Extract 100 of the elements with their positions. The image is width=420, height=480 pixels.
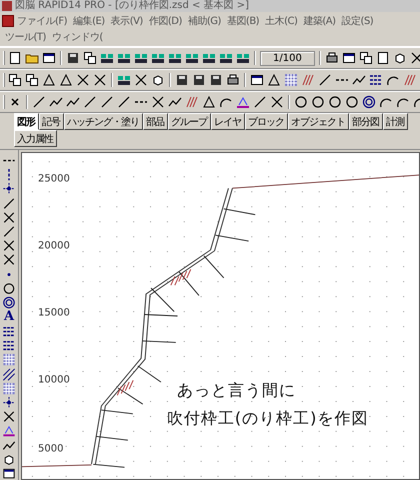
window-icon[interactable] bbox=[42, 51, 56, 65]
polyline-icon[interactable] bbox=[168, 95, 182, 109]
window-icon[interactable] bbox=[250, 73, 264, 87]
printer-icon[interactable] bbox=[226, 73, 240, 87]
axis-label: 20000 bbox=[38, 240, 70, 252]
blocks-icon[interactable] bbox=[185, 51, 199, 65]
copy-icon[interactable] bbox=[25, 73, 39, 87]
dashed-grid-icon[interactable] bbox=[2, 325, 16, 338]
menu-item[interactable]: 補助(G) bbox=[184, 13, 224, 29]
cross-icon[interactable] bbox=[2, 239, 16, 252]
triangle-icon[interactable] bbox=[267, 73, 281, 87]
line-icon[interactable] bbox=[2, 196, 16, 210]
triangle-icon[interactable] bbox=[202, 95, 216, 109]
dashed-grid-icon[interactable] bbox=[369, 73, 383, 87]
cross-icon[interactable] bbox=[410, 51, 420, 65]
blocks-icon[interactable] bbox=[100, 51, 114, 65]
tab[interactable]: 部品 bbox=[143, 113, 168, 130]
shape-icon[interactable] bbox=[2, 424, 16, 438]
window-icon[interactable] bbox=[342, 51, 356, 65]
blocks-icon[interactable] bbox=[134, 51, 148, 65]
printer-icon[interactable] bbox=[324, 51, 339, 65]
new-page-icon[interactable] bbox=[8, 51, 22, 65]
line-icon[interactable] bbox=[32, 95, 46, 109]
tab[interactable]: レイヤ bbox=[211, 113, 245, 130]
polyline-icon[interactable] bbox=[66, 95, 80, 109]
circle-icon[interactable] bbox=[345, 95, 359, 109]
copy-icon[interactable] bbox=[8, 73, 22, 87]
line-icon[interactable] bbox=[117, 95, 131, 109]
menu-item[interactable]: 建築(A) bbox=[300, 13, 339, 29]
blocks-icon[interactable] bbox=[168, 51, 182, 65]
tab[interactable]: グループ bbox=[168, 113, 211, 130]
hatch-icon[interactable] bbox=[185, 95, 199, 109]
cross-icon[interactable] bbox=[2, 410, 16, 424]
polyline-icon[interactable] bbox=[352, 73, 366, 87]
blocks-icon[interactable] bbox=[117, 51, 131, 65]
tab[interactable]: 部分図 bbox=[349, 113, 383, 130]
shape-icon[interactable] bbox=[236, 95, 250, 109]
tab[interactable]: 入力属性 bbox=[14, 130, 57, 147]
line-icon[interactable] bbox=[100, 95, 114, 109]
circle-icon[interactable] bbox=[2, 282, 16, 295]
text-tool-button[interactable]: A bbox=[4, 310, 14, 324]
hatch-icon[interactable] bbox=[403, 73, 417, 87]
new-page-icon[interactable] bbox=[376, 51, 390, 65]
tab[interactable]: オブジェクト bbox=[288, 113, 349, 130]
hatch-icon[interactable] bbox=[301, 73, 315, 87]
circle-icon[interactable] bbox=[328, 95, 342, 109]
blocks-icon[interactable] bbox=[219, 51, 233, 65]
axis-label: 10000 bbox=[38, 374, 70, 386]
cross-icon[interactable] bbox=[76, 73, 90, 87]
cross-icon[interactable] bbox=[134, 73, 148, 87]
menu-item[interactable]: 表示(V) bbox=[108, 13, 146, 29]
triangle-icon[interactable] bbox=[59, 73, 73, 87]
blocks-icon[interactable] bbox=[202, 51, 216, 65]
checker-icon[interactable] bbox=[284, 73, 298, 87]
line-icon[interactable] bbox=[253, 95, 267, 109]
menu-item[interactable]: ウィンドウ( bbox=[48, 29, 106, 45]
cross-icon[interactable] bbox=[93, 73, 107, 87]
dashed-grid-icon[interactable] bbox=[2, 339, 16, 352]
menu-item[interactable]: 設定(S) bbox=[338, 13, 376, 29]
line-icon[interactable] bbox=[2, 224, 16, 238]
caption-text: 吹付枠工(のり枠工)を作図 bbox=[166, 408, 368, 430]
crosshair-icon[interactable] bbox=[2, 182, 16, 196]
hatch-icon[interactable] bbox=[2, 368, 16, 381]
tab[interactable]: 計測 bbox=[383, 113, 408, 130]
menu-item[interactable]: 編集(E) bbox=[70, 13, 108, 29]
blocks-icon[interactable] bbox=[117, 73, 131, 87]
menu-item[interactable]: ツール(T) bbox=[2, 29, 49, 45]
line-icon[interactable] bbox=[318, 73, 332, 87]
crosshair-icon[interactable] bbox=[2, 396, 16, 410]
concentric-circles-icon[interactable] bbox=[362, 95, 376, 109]
cross-icon[interactable] bbox=[151, 95, 165, 109]
triangle-icon[interactable] bbox=[42, 73, 56, 87]
menu-item[interactable]: 作図(D) bbox=[146, 13, 185, 29]
tab[interactable]: 記号 bbox=[39, 113, 64, 130]
polyline-icon[interactable] bbox=[2, 438, 16, 452]
menu-item[interactable]: 土木(C) bbox=[262, 13, 300, 29]
cross-icon[interactable] bbox=[2, 210, 16, 224]
scale-field[interactable]: 1/100 bbox=[260, 50, 315, 66]
axis-label: 5000 bbox=[38, 444, 64, 454]
checker-icon[interactable] bbox=[2, 353, 16, 367]
blocks-icon[interactable] bbox=[151, 51, 165, 65]
circle-icon[interactable] bbox=[294, 95, 308, 109]
line-icon[interactable] bbox=[83, 95, 97, 109]
menu-item[interactable]: 基図(B) bbox=[224, 13, 262, 29]
menu-item[interactable]: ファイル(F) bbox=[14, 13, 70, 29]
copy-icon[interactable] bbox=[83, 51, 97, 65]
blocks-icon[interactable] bbox=[236, 51, 250, 65]
concentric-circles-icon[interactable] bbox=[2, 296, 16, 310]
cross-icon[interactable] bbox=[270, 95, 284, 109]
tab[interactable]: ハッチング・塗り bbox=[64, 113, 143, 130]
caption-text: あっと言う間に bbox=[176, 380, 296, 402]
cross-icon[interactable] bbox=[2, 253, 16, 266]
polyline-icon[interactable] bbox=[49, 95, 63, 109]
tab[interactable]: ブロック bbox=[245, 113, 288, 130]
circle-icon[interactable] bbox=[311, 95, 325, 109]
tab[interactable]: 図形 bbox=[14, 113, 39, 130]
window-title: 図脳 RAPID14 PRO - [のり枠作図.zsd < 基本図 >] bbox=[15, 0, 250, 12]
copy-icon[interactable] bbox=[358, 51, 373, 65]
axis-label: 15000 bbox=[38, 308, 70, 319]
checker-icon[interactable] bbox=[2, 382, 16, 395]
